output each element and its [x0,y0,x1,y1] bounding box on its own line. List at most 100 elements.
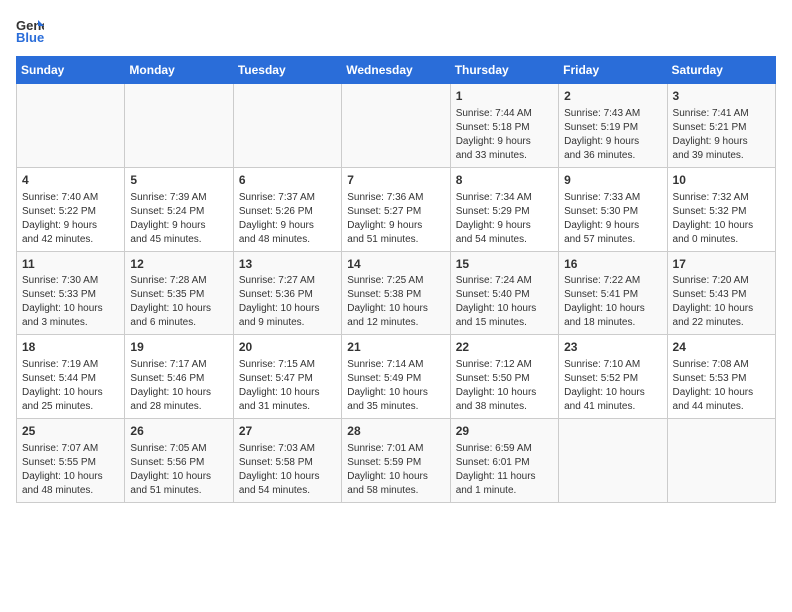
day-info-text: and 45 minutes. [130,233,227,247]
day-info-text: and 28 minutes. [130,400,227,414]
day-cell: 9Sunrise: 7:33 AMSunset: 5:30 PMDaylight… [559,167,667,251]
day-info-text: Daylight: 9 hours [564,135,661,149]
day-cell: 6Sunrise: 7:37 AMSunset: 5:26 PMDaylight… [233,167,341,251]
day-number: 29 [456,423,553,440]
day-info-text: and 15 minutes. [456,316,553,330]
week-row-1: 1Sunrise: 7:44 AMSunset: 5:18 PMDaylight… [17,84,776,168]
day-info-text: Daylight: 10 hours [673,302,770,316]
logo-icon: General Blue [16,16,44,44]
day-info-text: Sunrise: 7:17 AM [130,358,227,372]
day-info-text: and 6 minutes. [130,316,227,330]
day-info-text: Daylight: 10 hours [347,386,444,400]
day-cell: 8Sunrise: 7:34 AMSunset: 5:29 PMDaylight… [450,167,558,251]
day-info-text: Sunset: 5:59 PM [347,456,444,470]
day-info-text: Sunrise: 7:10 AM [564,358,661,372]
day-number: 27 [239,423,336,440]
day-info-text: Daylight: 10 hours [239,302,336,316]
day-info-text: Daylight: 10 hours [22,302,119,316]
day-info-text: Sunset: 5:58 PM [239,456,336,470]
day-info-text: Daylight: 10 hours [347,470,444,484]
day-cell: 29Sunrise: 6:59 AMSunset: 6:01 PMDayligh… [450,419,558,503]
day-cell: 27Sunrise: 7:03 AMSunset: 5:58 PMDayligh… [233,419,341,503]
day-info-text: Daylight: 10 hours [130,302,227,316]
day-info-text: Sunset: 5:18 PM [456,121,553,135]
day-info-text: and 0 minutes. [673,233,770,247]
day-cell: 7Sunrise: 7:36 AMSunset: 5:27 PMDaylight… [342,167,450,251]
day-info-text: Sunset: 5:22 PM [22,205,119,219]
day-info-text: Daylight: 9 hours [564,219,661,233]
day-info-text: and 54 minutes. [239,484,336,498]
day-number: 26 [130,423,227,440]
day-info-text: Sunrise: 7:22 AM [564,274,661,288]
day-info-text: and 42 minutes. [22,233,119,247]
day-number: 6 [239,172,336,189]
day-info-text: and 35 minutes. [347,400,444,414]
day-info-text: Daylight: 10 hours [347,302,444,316]
day-info-text: Daylight: 10 hours [22,470,119,484]
day-number: 21 [347,339,444,356]
day-cell: 17Sunrise: 7:20 AMSunset: 5:43 PMDayligh… [667,251,775,335]
day-cell: 3Sunrise: 7:41 AMSunset: 5:21 PMDaylight… [667,84,775,168]
day-number: 28 [347,423,444,440]
day-info-text: Daylight: 9 hours [22,219,119,233]
day-cell: 25Sunrise: 7:07 AMSunset: 5:55 PMDayligh… [17,419,125,503]
day-info-text: Daylight: 10 hours [456,302,553,316]
day-info-text: Sunrise: 7:24 AM [456,274,553,288]
week-row-5: 25Sunrise: 7:07 AMSunset: 5:55 PMDayligh… [17,419,776,503]
day-info-text: and 41 minutes. [564,400,661,414]
day-number: 20 [239,339,336,356]
day-cell: 24Sunrise: 7:08 AMSunset: 5:53 PMDayligh… [667,335,775,419]
day-number: 13 [239,256,336,273]
day-header-wednesday: Wednesday [342,57,450,84]
day-info-text: Daylight: 10 hours [673,386,770,400]
day-info-text: Daylight: 10 hours [564,302,661,316]
day-info-text: and 58 minutes. [347,484,444,498]
day-info-text: Sunrise: 7:28 AM [130,274,227,288]
logo: General Blue [16,16,48,44]
day-info-text: Sunset: 5:55 PM [22,456,119,470]
day-cell: 15Sunrise: 7:24 AMSunset: 5:40 PMDayligh… [450,251,558,335]
day-cell: 20Sunrise: 7:15 AMSunset: 5:47 PMDayligh… [233,335,341,419]
day-info-text: Daylight: 9 hours [456,219,553,233]
day-info-text: and 3 minutes. [22,316,119,330]
day-info-text: Sunrise: 7:07 AM [22,442,119,456]
day-info-text: Daylight: 9 hours [130,219,227,233]
day-info-text: and 31 minutes. [239,400,336,414]
day-cell: 1Sunrise: 7:44 AMSunset: 5:18 PMDaylight… [450,84,558,168]
day-number: 22 [456,339,553,356]
day-number: 7 [347,172,444,189]
day-info-text: Sunset: 5:38 PM [347,288,444,302]
day-info-text: and 48 minutes. [239,233,336,247]
day-info-text: Sunrise: 7:08 AM [673,358,770,372]
day-number: 23 [564,339,661,356]
day-info-text: and 36 minutes. [564,149,661,163]
day-info-text: Sunrise: 7:14 AM [347,358,444,372]
day-info-text: and 51 minutes. [130,484,227,498]
day-number: 14 [347,256,444,273]
day-number: 24 [673,339,770,356]
day-info-text: and 22 minutes. [673,316,770,330]
day-info-text: Sunrise: 7:37 AM [239,191,336,205]
day-info-text: Sunrise: 7:05 AM [130,442,227,456]
day-number: 9 [564,172,661,189]
day-info-text: and 33 minutes. [456,149,553,163]
day-number: 2 [564,88,661,105]
day-number: 10 [673,172,770,189]
calendar-table: SundayMondayTuesdayWednesdayThursdayFrid… [16,56,776,503]
day-cell: 13Sunrise: 7:27 AMSunset: 5:36 PMDayligh… [233,251,341,335]
day-info-text: Daylight: 9 hours [239,219,336,233]
svg-text:Blue: Blue [16,30,44,44]
day-header-tuesday: Tuesday [233,57,341,84]
day-cell: 10Sunrise: 7:32 AMSunset: 5:32 PMDayligh… [667,167,775,251]
day-info-text: Sunset: 5:35 PM [130,288,227,302]
day-info-text: and 12 minutes. [347,316,444,330]
day-info-text: Daylight: 10 hours [130,470,227,484]
day-number: 12 [130,256,227,273]
day-info-text: and 38 minutes. [456,400,553,414]
day-cell [667,419,775,503]
day-info-text: Daylight: 11 hours [456,470,553,484]
day-info-text: Sunset: 5:52 PM [564,372,661,386]
day-info-text: Sunset: 5:44 PM [22,372,119,386]
day-info-text: Sunrise: 7:30 AM [22,274,119,288]
day-cell: 2Sunrise: 7:43 AMSunset: 5:19 PMDaylight… [559,84,667,168]
